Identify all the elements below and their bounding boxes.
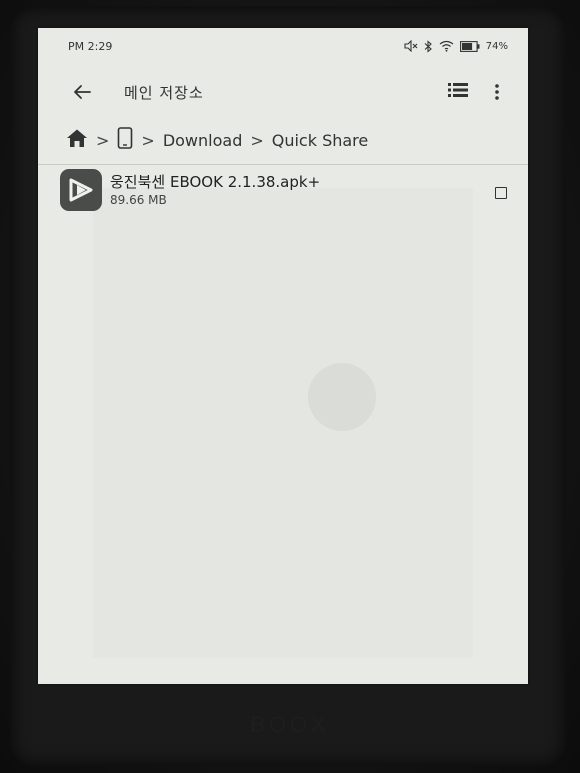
file-name: 웅진북센 EBOOK 2.1.38.apk+: [110, 173, 321, 191]
app-bar: 메인 저장소: [38, 68, 528, 116]
more-options-button[interactable]: [490, 80, 504, 104]
file-checkbox[interactable]: [495, 187, 507, 199]
breadcrumb: > > Download > Quick Share: [66, 126, 368, 154]
view-toggle-button[interactable]: [448, 82, 470, 102]
breadcrumb-device[interactable]: [117, 127, 133, 153]
file-size: 89.66 MB: [110, 193, 167, 207]
battery-percentage: 74%: [485, 40, 508, 52]
breadcrumb-home[interactable]: [66, 128, 88, 152]
breadcrumb-separator: >: [96, 130, 110, 150]
screen: PM 2:29 74% 메인 저장소 > > Download > Quick …: [38, 28, 528, 684]
home-icon: [66, 129, 88, 152]
breadcrumb-separator: >: [250, 130, 264, 150]
device-brand-logo: BOOX: [250, 712, 330, 737]
battery-icon: [459, 40, 480, 52]
file-list-item[interactable]: 웅진북센 EBOOK 2.1.38.apk+ 89.66 MB: [38, 165, 528, 215]
breadcrumb-item-download[interactable]: Download: [163, 131, 243, 150]
more-vert-icon: [490, 84, 504, 108]
ghost-image: [93, 188, 473, 658]
back-button[interactable]: [68, 78, 96, 106]
status-time: PM 2:29: [68, 40, 113, 53]
list-view-icon: [448, 83, 468, 102]
status-icons: 74%: [404, 38, 508, 54]
bluetooth-icon: [424, 39, 433, 53]
breadcrumb-item-quick-share[interactable]: Quick Share: [272, 131, 369, 150]
back-arrow-icon: [68, 85, 96, 110]
status-bar: PM 2:29 74%: [38, 28, 528, 64]
app-play-icon: [60, 169, 102, 211]
breadcrumb-separator: >: [141, 130, 155, 150]
device-frame: PM 2:29 74% 메인 저장소 > > Download > Quick …: [0, 0, 580, 773]
mute-icon: [404, 40, 418, 52]
phone-icon: [117, 127, 133, 153]
page-title: 메인 저장소: [124, 84, 204, 102]
wifi-icon: [439, 40, 454, 52]
ghost-circle: [308, 363, 376, 431]
